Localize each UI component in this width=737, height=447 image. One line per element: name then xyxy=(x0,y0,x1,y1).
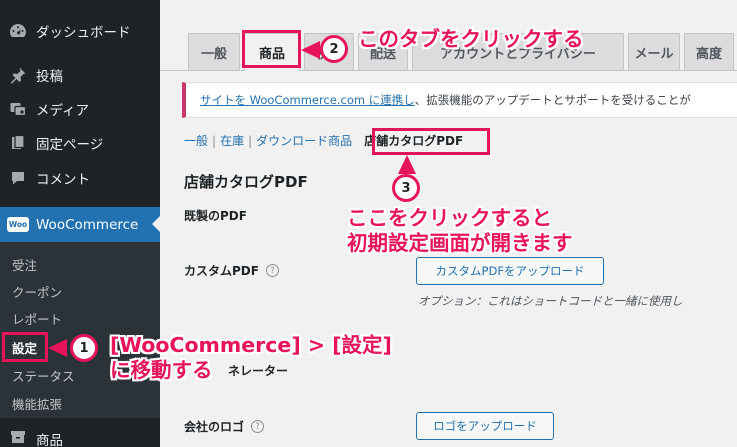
sidebar-item-products[interactable]: 商品 xyxy=(0,424,160,447)
sidebar-item-label: ダッシュボード xyxy=(36,25,131,41)
step-3-marker: 3 xyxy=(392,174,420,202)
highlight-catalog-pdf-link xyxy=(372,128,490,155)
upload-logo-button[interactable]: ロゴをアップロード xyxy=(416,412,554,440)
woocommerce-submenu: 受注 クーポン レポート 設定 ステータス 機能拡張 xyxy=(0,242,160,418)
custom-pdf-label: カスタムPDF ? xyxy=(184,262,279,279)
existing-pdf-label: 既製のPDF xyxy=(184,209,247,223)
step-2-marker: 2 xyxy=(320,35,348,63)
company-logo-label: 会社のロゴ ? xyxy=(184,418,265,435)
sidebar-item-label: 商品 xyxy=(36,433,63,447)
company-logo-label-text: 会社のロゴ xyxy=(184,420,245,434)
callout-go-to-settings: [WooCommerce] > [設定] に移動する xyxy=(110,333,392,383)
sidebar-item-comments[interactable]: コメント xyxy=(0,161,160,195)
sidebar-item-label: メディア xyxy=(36,103,90,119)
sidebar-item-posts[interactable]: 投稿 xyxy=(0,58,160,92)
callout-line: 初期設定画面が開きます xyxy=(347,231,573,255)
connect-notice: サイトを WooCommerce.com に連携し 、拡張機能のアップデートとサ… xyxy=(182,82,737,118)
tab-general[interactable]: 一般 xyxy=(188,33,240,70)
highlight-settings-item xyxy=(2,332,48,362)
woocommerce-icon: Woo xyxy=(0,217,36,232)
callout-line: ここをクリックすると xyxy=(347,206,552,230)
sidebar-item-woocommerce[interactable]: Woo WooCommerce xyxy=(0,207,160,242)
callout-click-tab: このタブをクリックする xyxy=(358,27,584,51)
custom-pdf-label-text: カスタムPDF xyxy=(184,264,259,278)
pointer-arrow-1 xyxy=(48,339,67,357)
pointer-arrow-2 xyxy=(301,41,320,59)
submenu-item-extensions[interactable]: 機能拡張 xyxy=(12,394,62,413)
subnav-separator: | xyxy=(212,133,217,148)
submenu-item-status[interactable]: ステータス xyxy=(12,366,75,385)
media-icon xyxy=(0,100,36,118)
callout-initial-settings: ここをクリックすると 初期設定画面が開きます xyxy=(347,206,573,256)
comment-icon xyxy=(0,169,36,187)
dashboard-icon xyxy=(0,22,36,40)
highlight-products-tab xyxy=(242,30,301,68)
submenu-item-coupons[interactable]: クーポン xyxy=(12,282,62,301)
subnav-downloadable[interactable]: ダウンロード商品 xyxy=(256,132,352,149)
sidebar-item-label: 投稿 xyxy=(36,69,63,85)
submenu-item-orders[interactable]: 受注 xyxy=(12,255,37,274)
sidebar-item-label: コメント xyxy=(36,172,90,188)
help-icon[interactable]: ? xyxy=(265,264,279,277)
sidebar-item-media[interactable]: メディア xyxy=(0,92,160,126)
notice-text: 、拡張機能のアップデートとサポートを受けることが xyxy=(414,93,691,107)
sidebar-item-dashboard[interactable]: ダッシュボード xyxy=(0,14,160,48)
submenu-item-reports[interactable]: レポート xyxy=(12,309,62,328)
callout-line: に移動する xyxy=(110,358,213,382)
sidebar-item-label: WooCommerce xyxy=(36,216,139,233)
pin-icon xyxy=(0,66,36,84)
subnav-general[interactable]: 一般 xyxy=(184,132,208,149)
custom-pdf-description: オプション：これはショートコードと一緒に使用し xyxy=(418,294,683,308)
subnav-separator: | xyxy=(248,133,253,148)
subnav-inventory[interactable]: 在庫 xyxy=(220,132,244,149)
tab-advanced[interactable]: 高度 xyxy=(684,33,734,70)
sidebar-item-label: 固定ページ xyxy=(36,137,104,153)
upload-custom-pdf-button[interactable]: カスタムPDFをアップロード xyxy=(416,257,604,285)
page-icon xyxy=(0,134,36,152)
connect-link[interactable]: サイトを WooCommerce.com に連携し xyxy=(200,92,415,108)
help-icon[interactable]: ? xyxy=(251,420,265,433)
pointer-arrow-3 xyxy=(398,155,416,174)
sidebar-item-pages[interactable]: 固定ページ xyxy=(0,126,160,160)
step-1-marker: 1 xyxy=(70,334,98,362)
section-title: 店舗カタログPDF xyxy=(184,173,308,191)
callout-line: [WooCommerce] > [設定] xyxy=(110,333,392,357)
archive-icon xyxy=(0,424,36,444)
tab-emails[interactable]: メール xyxy=(628,33,680,70)
